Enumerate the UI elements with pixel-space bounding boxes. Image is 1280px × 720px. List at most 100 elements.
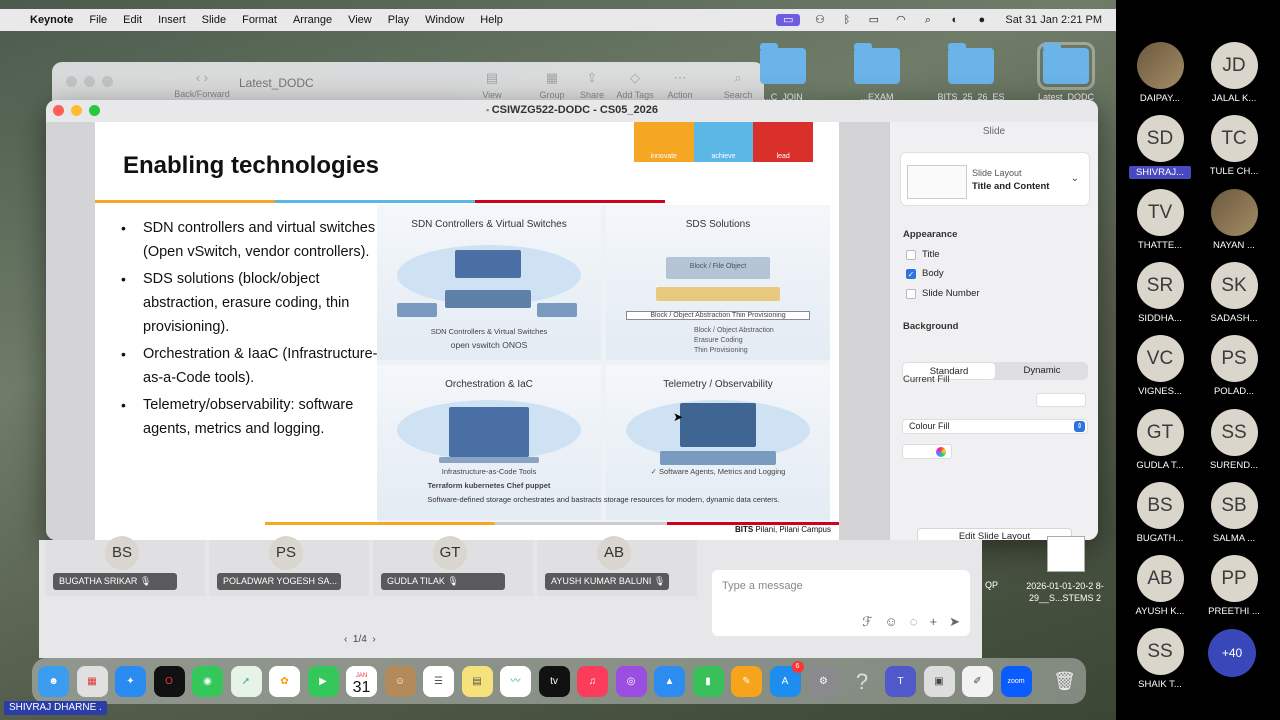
format-icon[interactable]: ℱ [862, 614, 872, 630]
participant-entry[interactable]: AB AYUSH K... [1129, 555, 1191, 617]
slide[interactable]: innovate achieve lead Enabling technolog… [95, 122, 839, 540]
participant-entry[interactable]: SS SHAIK T... [1129, 628, 1191, 690]
participant-tile[interactable]: PS POLADWAR YOGESH SA... 🎙 [209, 536, 369, 596]
launchpad-icon[interactable]: ▦ [76, 665, 108, 697]
control-center-icon[interactable]: ◐ [947, 14, 962, 26]
participant-entry[interactable]: GT GUDLA T... [1129, 408, 1191, 471]
search-icon[interactable]: ⌕ [920, 14, 935, 26]
facetime-icon[interactable]: ▶ [307, 665, 339, 697]
people-icon[interactable]: ⚇ [812, 14, 827, 26]
menu-insert[interactable]: Insert [158, 14, 186, 26]
opera-icon[interactable]: O [153, 665, 185, 697]
freeform-icon[interactable]: 〰 [500, 665, 531, 697]
participant-entry[interactable]: SB SALMA ... [1203, 481, 1265, 544]
segment-dynamic[interactable]: Dynamic [996, 362, 1088, 380]
body-checkbox[interactable]: ✓ Body [906, 268, 944, 279]
participant-entry[interactable]: BS BUGATH... [1129, 481, 1191, 544]
slide-canvas[interactable]: innovate achieve lead Enabling technolog… [46, 122, 889, 540]
add-tags-button[interactable]: ◇ Add Tags [610, 70, 660, 100]
reminders-icon[interactable]: ☰ [423, 665, 454, 697]
participant-entry[interactable]: SR SIDDHA... [1129, 261, 1191, 324]
send-icon[interactable]: ➤ [949, 614, 960, 630]
chevron-down-icon[interactable]: ⌄ [1071, 173, 1079, 184]
calendar-icon[interactable]: JAN 31 [346, 665, 377, 697]
participant-entry[interactable]: NAYAN ... [1203, 188, 1265, 251]
title-checkbox[interactable]: Title [906, 249, 940, 260]
menu-format[interactable]: Format [242, 14, 277, 26]
system-settings-icon[interactable]: ⚙ [808, 665, 839, 697]
view-button[interactable]: ▤ View [467, 70, 517, 100]
menu-edit[interactable]: Edit [123, 14, 142, 26]
menu-clock[interactable]: Sat 31 Jan 2:21 PM [1005, 14, 1102, 26]
menu-help[interactable]: Help [480, 14, 503, 26]
participant-entry[interactable]: TV THATTE... [1129, 188, 1191, 251]
chevron-left-icon[interactable]: ‹ [344, 634, 347, 645]
menu-window[interactable]: Window [425, 14, 464, 26]
wifi-icon[interactable]: ◠ [893, 14, 908, 26]
siri-icon[interactable]: ● [974, 14, 989, 26]
add-icon[interactable]: + [930, 614, 938, 630]
desktop-folder-icon[interactable] [854, 43, 900, 84]
numbers-icon[interactable]: ▮ [692, 665, 724, 697]
zoom-button[interactable] [89, 105, 100, 116]
color-wheel-icon[interactable] [936, 447, 946, 457]
participant-entry[interactable]: PP PREETHI ... [1203, 555, 1265, 617]
pages-icon[interactable]: ✎ [731, 665, 762, 697]
help-icon[interactable]: ? [847, 666, 878, 697]
participant-tile[interactable]: AB AYUSH KUMAR BALUNI 🎙 [537, 536, 697, 596]
menu-view[interactable]: View [348, 14, 372, 26]
screen-share-icon[interactable]: ▭ [776, 14, 801, 26]
desktop-folder-icon[interactable] [1037, 42, 1095, 90]
close-button[interactable] [66, 76, 77, 87]
participant-entry[interactable]: SD SHIVRAJ... [1129, 115, 1191, 180]
more-participants-button[interactable]: +40 [1208, 629, 1256, 677]
color-well[interactable] [902, 444, 952, 459]
checkbox-icon[interactable] [906, 288, 916, 299]
photos-icon[interactable]: ✿ [269, 665, 300, 697]
menu-file[interactable]: File [89, 14, 107, 26]
emoji-icon[interactable]: ☺ [884, 614, 897, 630]
minimize-button[interactable] [84, 76, 95, 87]
infographic-image[interactable]: SDN Controllers & Virtual Switches SDN C… [377, 205, 830, 522]
keynote-icon[interactable]: ▲ [654, 665, 685, 697]
finder-icon[interactable]: ☻ [38, 665, 69, 697]
participant-entry[interactable]: SK SADASH... [1203, 261, 1265, 324]
keynote-titlebar[interactable]: ▪ CSIWZG522-DODC - CS05_2026 [46, 100, 1098, 122]
inspector-tab-slide[interactable]: Slide [890, 126, 1098, 137]
minimize-button[interactable] [71, 105, 82, 116]
desktop-folder-icon[interactable] [760, 43, 806, 84]
slide-number-checkbox[interactable]: Slide Number [906, 288, 980, 299]
menu-play[interactable]: Play [388, 14, 409, 26]
fill-type-select[interactable]: Colour Fill ⇕ [902, 419, 1088, 434]
participant-entry[interactable]: TC TULE CH... [1203, 115, 1265, 177]
keynote-window[interactable]: ▪ CSIWZG522-DODC - CS05_2026 innovate ac… [46, 100, 1098, 540]
bullet-list[interactable]: SDN controllers and virtual switches (Op… [121, 216, 381, 444]
desktop-file-icon[interactable] [1047, 536, 1085, 572]
reaction-icon[interactable]: ◌ [910, 614, 918, 630]
checkbox-icon[interactable] [906, 249, 916, 260]
preview-icon[interactable]: ▣ [923, 665, 955, 697]
zoom-button[interactable] [102, 76, 113, 87]
contacts-icon[interactable]: ☺ [384, 665, 416, 697]
maps-icon[interactable]: ➚ [230, 665, 262, 697]
battery-icon[interactable]: ▭ [866, 14, 881, 26]
participant-tile[interactable]: BS BUGATHA SRIKAR 🎙 [45, 536, 205, 596]
slide-layout-selector[interactable]: Slide Layout Title and Content ⌄ [900, 152, 1090, 206]
participant-entry[interactable]: JD JALAL K... [1203, 42, 1265, 104]
participant-entry[interactable]: VC VIGNES... [1129, 335, 1191, 397]
podcasts-icon[interactable]: ◎ [615, 665, 647, 697]
app-store-icon[interactable]: A6 [769, 660, 804, 697]
desktop-folder-icon[interactable] [948, 43, 994, 84]
textedit-icon[interactable]: ✐ [962, 665, 993, 697]
menu-arrange[interactable]: Arrange [293, 14, 332, 26]
close-button[interactable] [53, 105, 64, 116]
current-fill-swatch[interactable] [1036, 393, 1086, 407]
chat-input[interactable]: Type a message ℱ ☺ ◌ + ➤ [712, 570, 970, 636]
participant-entry[interactable]: PS POLAD... [1203, 335, 1265, 397]
checkbox-checked-icon[interactable]: ✓ [906, 268, 916, 279]
participant-entry[interactable]: DAIPAY... [1129, 42, 1191, 104]
action-button[interactable]: ⋯ Action [655, 70, 705, 100]
trash-icon[interactable]: 🗑 [1049, 666, 1080, 697]
music-icon[interactable]: ♫ [577, 665, 608, 697]
participant-entry[interactable]: SS SUREND... [1203, 408, 1265, 471]
